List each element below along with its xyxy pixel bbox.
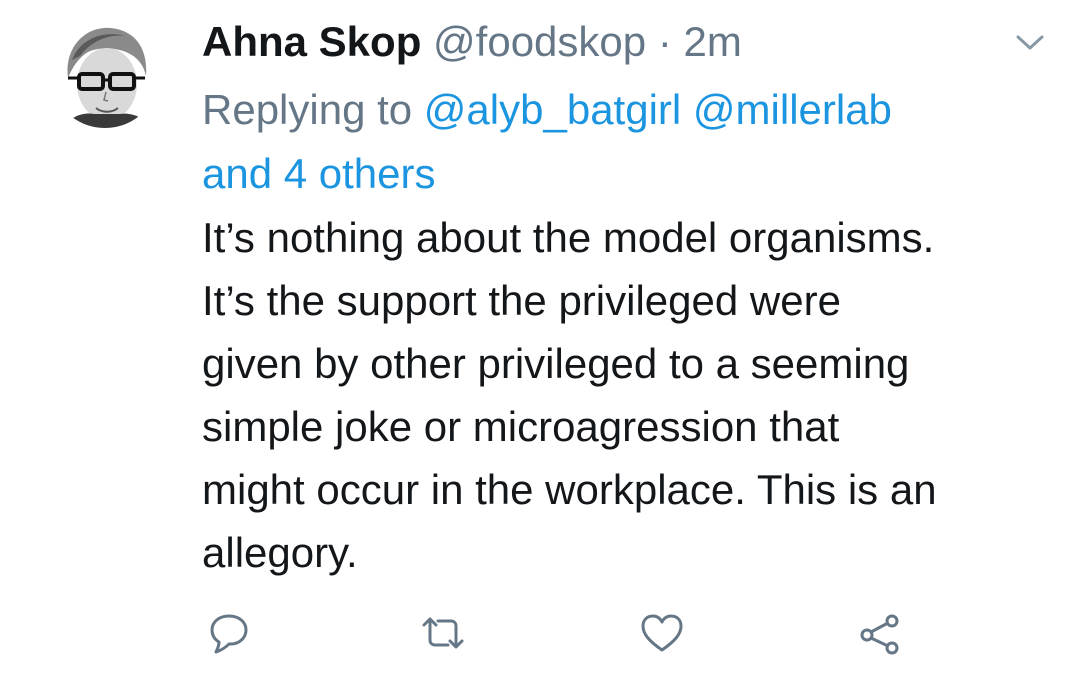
tweet-actions xyxy=(0,600,1080,660)
tweet-header: Ahna Skop @foodskop · 2m xyxy=(202,14,742,70)
tweet-text: It’s nothing about the model organisms. … xyxy=(202,206,1062,584)
mention-link[interactable]: @millerlab xyxy=(693,86,892,133)
retweet-button[interactable] xyxy=(418,608,468,658)
tweet-text-line: given by other privileged to a seeming xyxy=(202,340,910,387)
display-name[interactable]: Ahna Skop xyxy=(202,18,421,65)
tweet-text-line: It’s nothing about the model organisms. xyxy=(202,214,935,261)
replying-to-label: Replying to xyxy=(202,86,413,133)
tweet-text-line: It’s the support the privileged were xyxy=(202,277,841,324)
heart-icon xyxy=(641,614,683,652)
tweet-text-line: allegory. xyxy=(202,529,358,576)
tweet-text-line: simple joke or microagression that xyxy=(202,403,840,450)
timestamp[interactable]: 2m xyxy=(683,18,741,65)
chevron-down-icon[interactable] xyxy=(1010,28,1050,58)
tweet-text-line: might occur in the workplace. This is an xyxy=(202,466,937,513)
avatar-image xyxy=(50,18,160,128)
mention-link[interactable]: @alyb_batgirl xyxy=(424,86,681,133)
share-icon xyxy=(860,614,899,655)
like-button[interactable] xyxy=(637,608,687,658)
reply-icon xyxy=(210,614,248,654)
avatar[interactable] xyxy=(50,18,160,128)
replying-to: Replying to @alyb_batgirl @millerlab and… xyxy=(202,78,1062,206)
others-link[interactable]: and 4 others xyxy=(202,150,436,197)
user-handle[interactable]: @foodskop xyxy=(433,18,646,65)
retweet-icon xyxy=(422,617,464,649)
reply-button[interactable] xyxy=(204,608,254,658)
separator-dot: · xyxy=(657,18,672,65)
share-button[interactable] xyxy=(855,608,905,658)
tweet: Ahna Skop @foodskop · 2m Replying to @al… xyxy=(0,0,1080,677)
